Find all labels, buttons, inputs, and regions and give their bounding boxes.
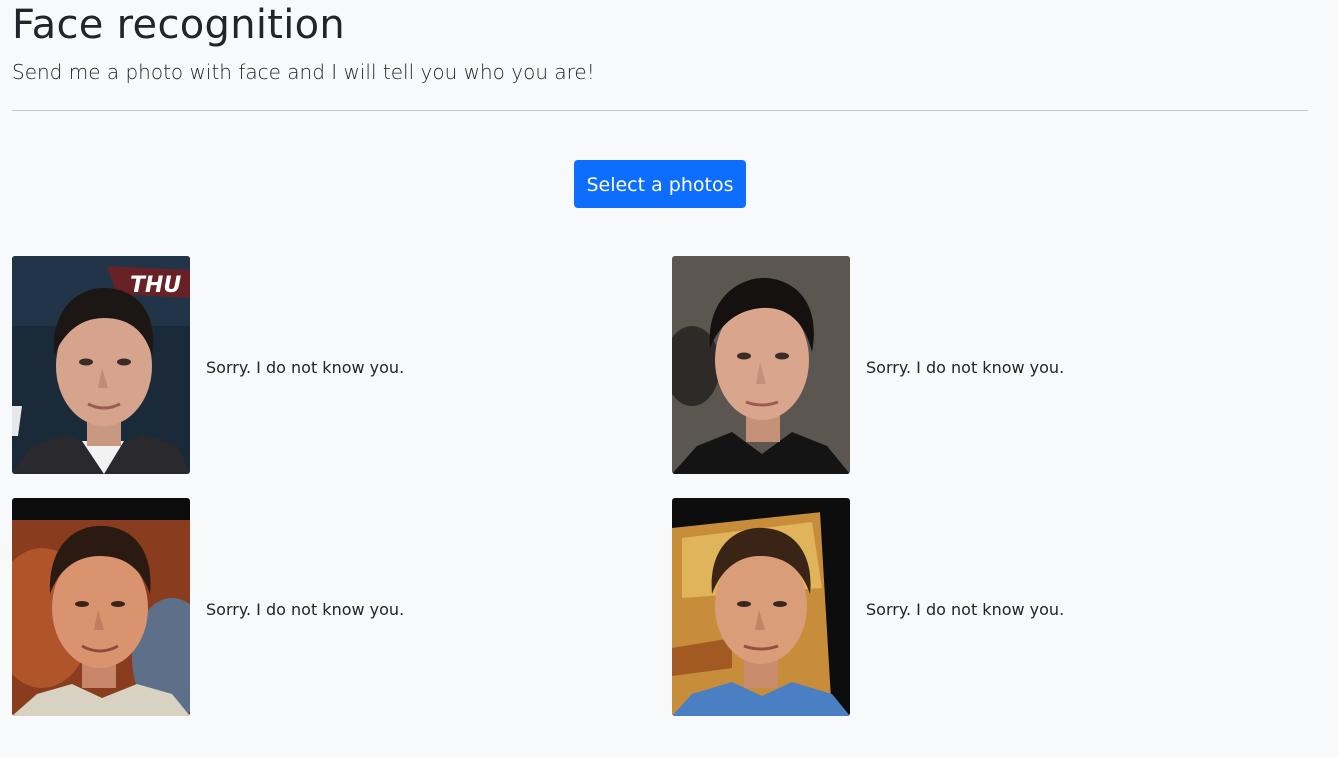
page-title: Face recognition: [12, 2, 346, 48]
svg-text:THU: THU: [130, 273, 181, 298]
divider: [12, 110, 1308, 111]
result-message: Sorry. I do not know you.: [866, 600, 1065, 619]
select-photos-button[interactable]: Select a photos: [574, 160, 746, 208]
page: Face recognition Send me a photo with fa…: [0, 0, 1338, 757]
result-message: Sorry. I do not know you.: [206, 600, 405, 619]
result-message: Sorry. I do not know you.: [206, 358, 405, 377]
face-photo: [672, 498, 850, 716]
face-photo: [12, 498, 190, 716]
face-photo: [672, 256, 850, 474]
result-message: Sorry. I do not know you.: [866, 358, 1065, 377]
face-photo: THU: [12, 256, 190, 474]
result-card: Sorry. I do not know you.: [672, 256, 1232, 474]
result-card: THU Sorry. I do not know you.: [12, 256, 572, 474]
result-card: Sorry. I do not know you.: [672, 498, 1232, 716]
page-subtitle: Send me a photo with face and I will tel…: [12, 60, 595, 84]
result-card: Sorry. I do not know you.: [12, 498, 572, 716]
